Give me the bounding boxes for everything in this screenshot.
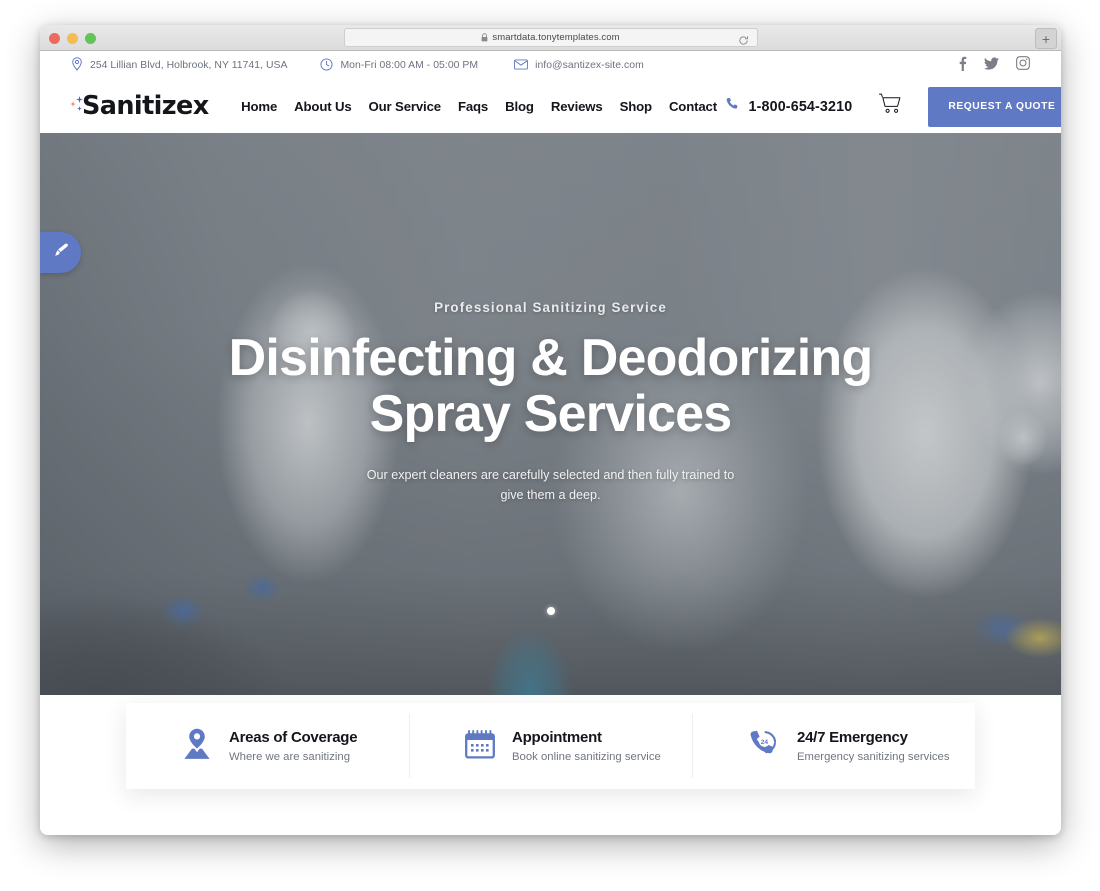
topbar-address: 254 Lillian Blvd, Holbrook, NY 11741, US…	[71, 57, 287, 74]
topbar-email-text: info@santizex-site.com	[535, 60, 644, 71]
hero-eyebrow: Professional Sanitizing Service	[434, 300, 667, 315]
feature-card-areas-of-coverage[interactable]: Areas of Coverage Where we are sanitizin…	[126, 703, 409, 789]
instagram-icon[interactable]	[1016, 56, 1030, 75]
new-tab-button[interactable]: +	[1035, 28, 1057, 49]
hero-content: Professional Sanitizing Service Disinfec…	[40, 300, 1061, 505]
sparkle-small-blue-icon	[76, 95, 83, 103]
sparkle-tiny-blue-icon	[77, 105, 82, 111]
feature-card-title: 24/7 Emergency	[797, 728, 908, 746]
hero-title-line-1: Disinfecting & Deodorizing	[228, 329, 873, 387]
nav-item-contact[interactable]: Contact	[660, 99, 725, 114]
feature-card-text: Appointment Book online sanitizing servi…	[512, 729, 661, 764]
location-pin-icon	[71, 57, 83, 74]
hero-slider: Professional Sanitizing Service Disinfec…	[40, 133, 1061, 695]
window-traffic-lights	[49, 33, 96, 44]
topbar-social-links	[958, 56, 1030, 76]
quote-button-label: REQUEST A QUOTE	[948, 101, 1056, 112]
site-logo[interactable]: Sanitizex	[70, 90, 209, 121]
window-zoom-button[interactable]	[85, 33, 96, 44]
site-logo-text: Sanitizex	[82, 90, 209, 121]
address-bar-url: smartdata.tonytemplates.com	[492, 32, 620, 43]
navbar-phone-number: 1-800-654-3210	[748, 98, 853, 115]
svg-text:24: 24	[761, 739, 769, 746]
nav-item-about-us[interactable]: About Us	[286, 99, 360, 114]
paintbrush-icon	[53, 242, 69, 263]
desktop-background: smartdata.tonytemplates.com + 254 Lillia…	[0, 0, 1100, 891]
feature-card-24-7-emergency[interactable]: 24 24/7 Emergency Emergency sanitizing s…	[692, 703, 975, 789]
topbar-hours: Mon-Fri 08:00 AM - 05:00 PM	[320, 57, 479, 74]
lock-icon	[481, 29, 488, 47]
topbar-address-text: 254 Lillian Blvd, Holbrook, NY 11741, US…	[90, 60, 288, 71]
site-navbar: Sanitizex Home About Us Our Service Faqs…	[40, 80, 1061, 152]
edit-page-tab-button[interactable]	[40, 232, 81, 273]
nav-item-reviews[interactable]: Reviews	[542, 99, 611, 114]
window-close-button[interactable]	[49, 33, 60, 44]
sparkle-small-orange-icon	[70, 100, 76, 107]
nav-item-our-service[interactable]: Our Service	[360, 99, 449, 114]
phone-24-icon: 24	[747, 728, 781, 765]
hero-slider-dot-1[interactable]	[546, 607, 555, 615]
page-viewport: 254 Lillian Blvd, Holbrook, NY 11741, US…	[40, 51, 1061, 835]
main-nav: Home About Us Our Service Faqs Blog Revi…	[48, 99, 726, 152]
feature-card-text: 24/7 Emergency Emergency sanitizing serv…	[797, 729, 950, 764]
twitter-icon[interactable]	[984, 56, 999, 75]
browser-chrome: smartdata.tonytemplates.com +	[40, 25, 1061, 51]
nav-item-blog[interactable]: Blog	[497, 99, 543, 114]
window-minimize-button[interactable]	[67, 33, 78, 44]
feature-card-title: Areas of Coverage	[229, 728, 358, 746]
shopping-cart-icon[interactable]	[878, 93, 902, 120]
sparkle-icon	[70, 95, 83, 118]
hero-title: Disinfecting & Deodorizing Spray Service…	[40, 330, 1061, 442]
navbar-actions: 1-800-654-3210 REQUEST A QUOTE ›	[725, 86, 1061, 127]
topbar-hours-text: Mon-Fri 08:00 AM - 05:00 PM	[340, 60, 479, 71]
feature-card-text: Areas of Coverage Where we are sanitizin…	[229, 728, 358, 764]
hero-title-line-2: Spray Services	[369, 385, 733, 444]
nav-item-shop[interactable]: Shop	[611, 99, 660, 114]
hero-subtitle-line-2: them a deep.	[527, 487, 601, 502]
facebook-icon[interactable]	[958, 56, 967, 76]
request-a-quote-button[interactable]: REQUEST A QUOTE ›	[928, 86, 1061, 127]
nav-item-faqs[interactable]: Faqs	[449, 99, 496, 114]
address-bar[interactable]: smartdata.tonytemplates.com	[343, 28, 758, 47]
site-topbar: 254 Lillian Blvd, Holbrook, NY 11741, US…	[40, 51, 1061, 80]
hero-slider-dots	[40, 607, 1061, 615]
envelope-icon	[514, 58, 529, 73]
feature-card-desc: Where we are sanitizing	[229, 751, 351, 764]
feature-card-title: Appointment	[512, 728, 602, 746]
feature-card-desc: Book online sanitizing service	[512, 751, 661, 764]
feature-card-desc: Emergency sanitizing services	[797, 751, 950, 764]
hero-subtitle: Our expert cleaners are carefully select…	[361, 466, 741, 505]
calendar-icon	[464, 728, 496, 765]
map-pin-icon	[181, 727, 213, 766]
topbar-contact-group: 254 Lillian Blvd, Holbrook, NY 11741, US…	[71, 57, 644, 74]
clock-icon	[320, 57, 334, 74]
topbar-email[interactable]: info@santizex-site.com	[514, 58, 644, 73]
browser-window: smartdata.tonytemplates.com + 254 Lillia…	[40, 25, 1061, 835]
feature-cards: Areas of Coverage Where we are sanitizin…	[126, 703, 975, 789]
feature-card-appointment[interactable]: Appointment Book online sanitizing servi…	[409, 703, 692, 789]
phone-icon	[725, 97, 740, 117]
navbar-phone[interactable]: 1-800-654-3210	[725, 97, 852, 117]
reload-icon[interactable]	[738, 33, 749, 51]
nav-item-home[interactable]: Home	[233, 99, 286, 114]
